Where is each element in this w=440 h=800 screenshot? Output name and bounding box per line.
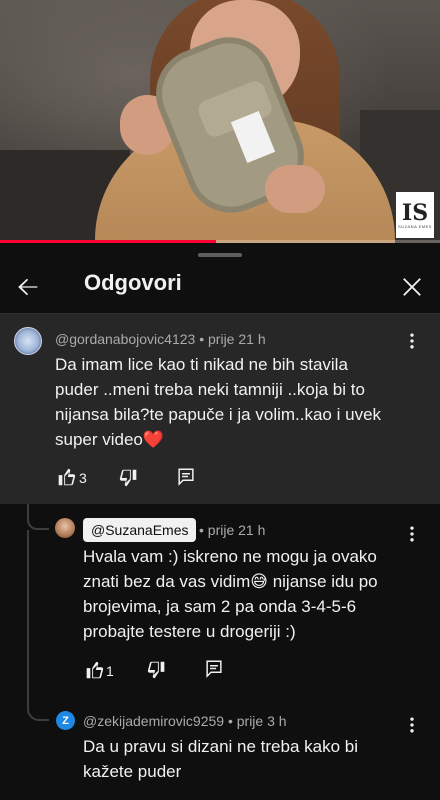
comment-line: probajte testere u drogeriji :) xyxy=(83,622,296,641)
comment-line: super video❤️ xyxy=(55,430,165,449)
channel-logo-subtitle: SUZANA EMES xyxy=(398,223,432,229)
reply-icon[interactable] xyxy=(175,466,197,488)
comment-author[interactable]: @zekijademirovic9259 xyxy=(83,713,224,729)
comment-text: Da u pravu si dizani ne treba kako bi ka… xyxy=(83,734,358,784)
close-icon[interactable] xyxy=(398,273,426,301)
creator-chip[interactable]: @SuzanaEmes xyxy=(83,518,197,542)
comment-author[interactable]: @gordanabojovic4123 xyxy=(55,331,195,347)
channel-logo-mark: IS xyxy=(401,199,429,226)
meta-separator: • xyxy=(199,522,208,538)
thread-connector xyxy=(27,504,49,530)
like-count: 1 xyxy=(106,663,114,679)
comment-line: Da imam lice kao ti nikad ne bih stavila xyxy=(55,355,348,374)
comment-meta: @gordanabojovic4123 • prije 21 h xyxy=(55,331,266,347)
comment-line: Da u pravu si dizani ne treba kako bi xyxy=(83,737,358,756)
panel-title: Odgovori xyxy=(84,270,182,295)
comment-text: Hvala vam :) iskreno ne mogu ja ovako zn… xyxy=(83,544,378,644)
like-count: 3 xyxy=(79,470,87,486)
comment-text: Da imam lice kao ti nikad ne bih stavila… xyxy=(55,352,381,452)
comment-line: znati bez da vas vidim😅 nijanse idu po xyxy=(83,572,378,591)
video-player[interactable]: IS SUZANA EMES xyxy=(0,0,440,243)
more-vert-icon[interactable] xyxy=(402,524,422,544)
comment-time: prije 3 h xyxy=(236,713,287,729)
thumb-down-icon[interactable] xyxy=(118,467,140,489)
avatar[interactable]: Z xyxy=(56,711,75,730)
channel-watermark-logo: IS SUZANA EMES xyxy=(396,192,434,238)
comment-meta: • prije 21 h xyxy=(199,522,265,538)
comment-meta: @zekijademirovic9259 • prije 3 h xyxy=(83,713,287,729)
meta-separator: • xyxy=(227,713,237,729)
back-arrow-icon[interactable] xyxy=(14,273,42,301)
comment-line: puder ..meni treba neki tamniji ..koja b… xyxy=(55,380,365,399)
thumb-up-icon[interactable] xyxy=(55,466,77,488)
thumb-down-icon[interactable] xyxy=(146,659,168,681)
comment-time: prije 21 h xyxy=(207,522,266,538)
comment-line: brojevima, ja sam 2 pa onda 3-4-5-6 xyxy=(83,597,357,616)
comment-line: Hvala vam :) iskreno ne mogu ja ovako xyxy=(83,547,377,566)
avatar[interactable] xyxy=(14,327,42,355)
meta-separator: • xyxy=(199,331,209,347)
avatar[interactable] xyxy=(55,518,75,538)
video-person-hand-right xyxy=(265,165,325,213)
more-vert-icon[interactable] xyxy=(402,331,422,351)
reply-icon[interactable] xyxy=(203,658,225,680)
more-vert-icon[interactable] xyxy=(402,715,422,735)
comment-line: kažete puder xyxy=(83,762,182,781)
thumb-up-icon[interactable] xyxy=(83,659,105,681)
comment-time: prije 21 h xyxy=(208,331,266,347)
comment-line: nijansa bila?te papuče i ja volim..kao i… xyxy=(55,405,382,424)
thread-connector xyxy=(27,530,49,721)
drag-handle[interactable] xyxy=(198,253,242,257)
